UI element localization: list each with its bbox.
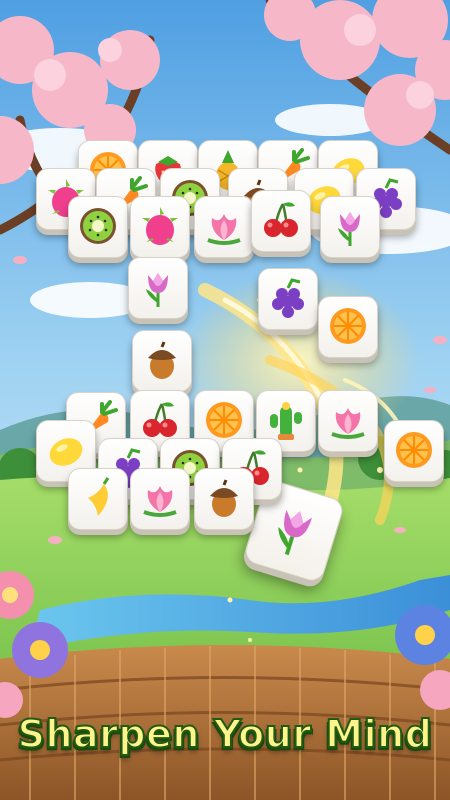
tile-lotus[interactable] bbox=[194, 196, 254, 258]
slogan-text: Sharpen Your Mind bbox=[17, 711, 433, 757]
tile-orange[interactable] bbox=[384, 420, 444, 482]
tile-board bbox=[0, 0, 450, 800]
orange-icon bbox=[206, 402, 242, 438]
tile-dragonfruit[interactable] bbox=[130, 196, 190, 258]
cherry-icon bbox=[143, 402, 177, 437]
tulip-icon bbox=[146, 273, 168, 307]
tile-tulip[interactable] bbox=[128, 257, 188, 319]
tulip-icon bbox=[278, 509, 313, 556]
tile-cherry[interactable] bbox=[251, 190, 311, 252]
cactus-icon bbox=[270, 402, 302, 440]
tulip-icon bbox=[338, 212, 360, 246]
tile-tulip[interactable] bbox=[320, 196, 380, 258]
orange-icon bbox=[396, 432, 432, 468]
orange-icon bbox=[330, 308, 366, 344]
lotus-icon bbox=[207, 214, 241, 245]
tile-pepper[interactable] bbox=[68, 468, 128, 530]
cherry-icon bbox=[264, 202, 298, 237]
tile-acorn[interactable] bbox=[132, 330, 192, 392]
pepper-icon bbox=[88, 477, 110, 516]
tile-lotus[interactable] bbox=[130, 468, 190, 530]
tile-orange[interactable] bbox=[318, 296, 378, 358]
grape-icon bbox=[272, 278, 304, 318]
tile-acorn[interactable] bbox=[194, 468, 254, 530]
tile-grape[interactable] bbox=[258, 268, 318, 330]
dragonfruit-icon bbox=[142, 207, 178, 245]
acorn-icon bbox=[210, 479, 238, 517]
tile-lotus[interactable] bbox=[318, 390, 378, 452]
lotus-icon bbox=[143, 486, 177, 517]
game-scene: Sharpen Your Mind bbox=[0, 0, 450, 800]
lemon-icon bbox=[49, 438, 83, 466]
kiwi-icon bbox=[80, 208, 116, 244]
acorn-icon bbox=[148, 341, 176, 379]
lotus-icon bbox=[331, 408, 365, 439]
tile-kiwi[interactable] bbox=[68, 196, 128, 258]
